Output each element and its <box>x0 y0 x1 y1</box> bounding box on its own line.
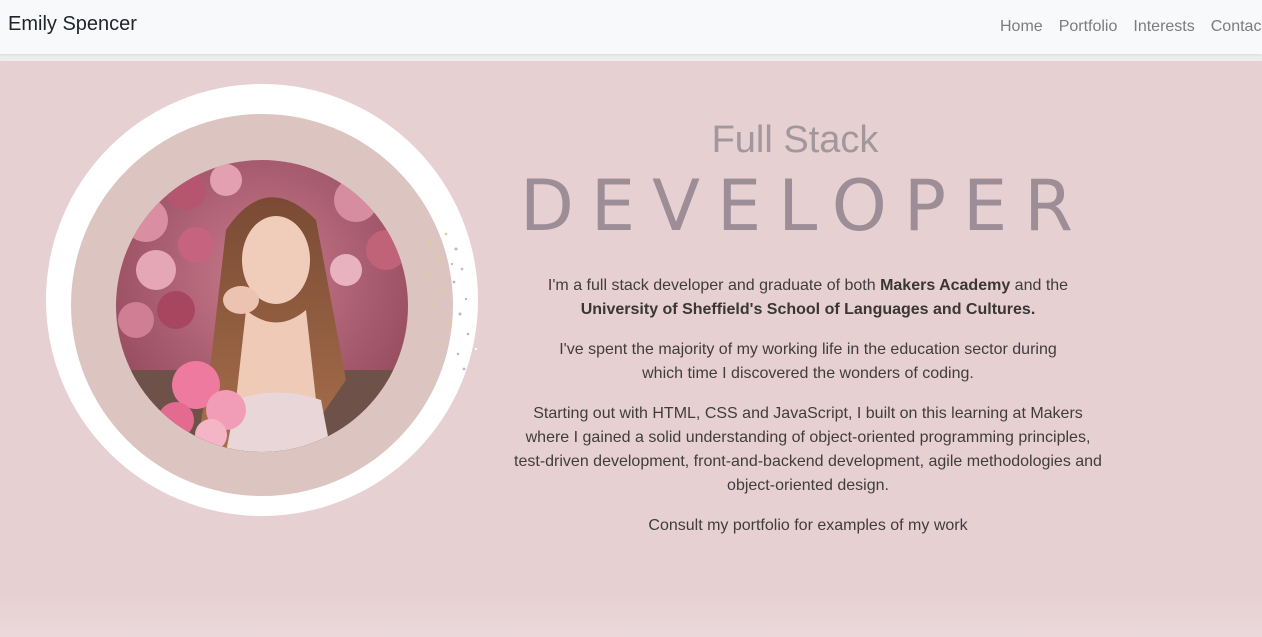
intro-text-part: and the <box>1010 277 1069 294</box>
nav-link-contact[interactable]: Contact <box>1211 18 1262 36</box>
brand-name[interactable]: Emily Spencer <box>8 13 137 36</box>
profile-photo-image <box>116 160 408 452</box>
nav-link-home[interactable]: Home <box>1000 18 1043 36</box>
sparkle-decoration <box>424 232 478 371</box>
intro-text-part: I'm a full stack developer and graduate … <box>547 277 881 294</box>
nav-link-interests[interactable]: Interests <box>1133 18 1194 36</box>
intro-paragraph-3: Starting out with HTML, CSS and JavaScri… <box>514 405 1102 494</box>
profile-photo <box>116 160 408 452</box>
makers-academy-text: Makers Academy <box>880 277 1011 294</box>
navbar: Emily Spencer Home Portfolio Interests C… <box>0 0 1262 54</box>
hero-subtitle: Full Stack <box>711 119 879 161</box>
navbar-shadow-strip <box>0 54 1262 61</box>
intro-paragraph-4: Consult my portfolio for examples of my … <box>648 517 968 534</box>
intro-paragraph-2: I've spent the majority of my working li… <box>559 341 1057 382</box>
hero-section: Full Stack DEVELOPER I'm a full stack de… <box>0 61 1262 637</box>
university-text: University of Sheffield's School of Lang… <box>580 301 1036 318</box>
profile-photo-frame <box>46 84 478 516</box>
nav-link-portfolio[interactable]: Portfolio <box>1059 18 1118 36</box>
nav-links: Home Portfolio Interests Contact <box>1000 0 1262 54</box>
intro-paragraph-1: I'm a full stack developer and graduate … <box>510 274 1106 322</box>
hero-title: DEVELOPER <box>520 165 1090 247</box>
